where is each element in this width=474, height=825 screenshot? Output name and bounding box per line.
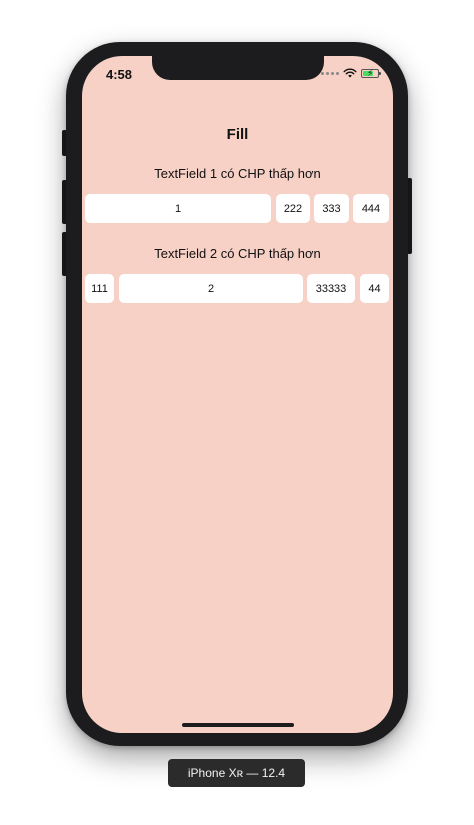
- wifi-icon: [343, 68, 357, 78]
- text-field-2[interactable]: 2: [119, 274, 303, 303]
- text-field-44[interactable]: 44: [360, 274, 389, 303]
- text-field-111[interactable]: 111: [85, 274, 114, 303]
- simulator-stage: 4:58 ⚡ Fill TextField 1 có CHP thấp hơn …: [0, 0, 474, 825]
- signal-icon: [321, 71, 339, 75]
- battery-charging-icon: ⚡: [361, 68, 381, 78]
- device-label: iPhone Xʀ — 12.4: [168, 759, 305, 787]
- text-field-222[interactable]: 222: [276, 194, 310, 223]
- device-screen: 4:58 ⚡ Fill TextField 1 có CHP thấp hơn …: [82, 56, 393, 733]
- text-field-444[interactable]: 444: [353, 194, 389, 223]
- text-field-1[interactable]: 1: [85, 194, 271, 223]
- section1-label: TextField 1 có CHP thấp hơn: [154, 166, 321, 181]
- nav-title: Fill: [226, 126, 249, 143]
- text-field-333[interactable]: 333: [314, 194, 349, 223]
- text-field-33333[interactable]: 33333: [307, 274, 355, 303]
- section2-label: TextField 2 có CHP thấp hơn: [154, 246, 321, 261]
- status-indicators: ⚡: [321, 68, 381, 78]
- status-time: 4:58: [106, 67, 133, 82]
- home-indicator[interactable]: [182, 723, 294, 727]
- notch: [152, 56, 324, 80]
